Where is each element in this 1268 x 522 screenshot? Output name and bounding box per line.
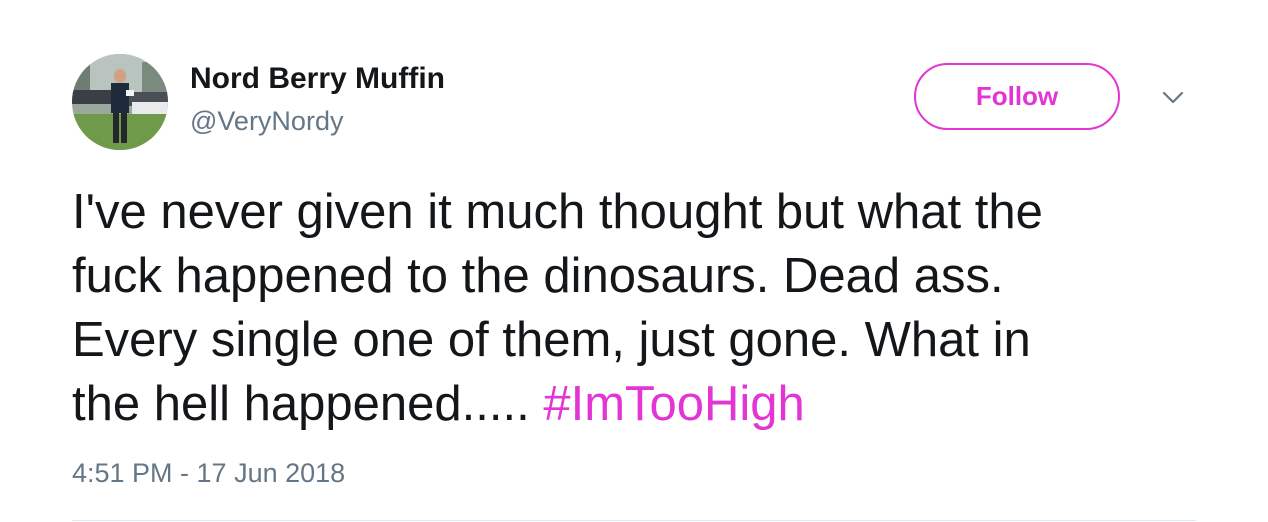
tweet-line: Every single one of them, just gone. Wha… [72,313,1031,367]
avatar-photo [72,54,168,150]
tweet-text: I've never given it much thought but wha… [72,180,1212,436]
hashtag-link[interactable]: #ImTooHigh [543,377,804,431]
tweet-line: the hell happened..... [72,377,544,431]
tweet-timestamp[interactable]: 4:51 PM - 17 Jun 2018 [72,458,345,489]
chevron-down-icon [1162,91,1184,104]
user-handle[interactable]: @VeryNordy [190,106,343,137]
more-options-button[interactable] [1160,88,1186,108]
tweet-line: fuck happened to the dinosaurs. Dead ass… [72,249,1004,303]
divider [72,520,1196,521]
tweet-line-last: the hell happened..... #ImTooHigh [72,372,1212,436]
display-name[interactable]: Nord Berry Muffin [190,62,445,96]
tweet-line: I've never given it much thought but wha… [72,185,1043,239]
follow-button[interactable]: Follow [914,63,1120,130]
avatar[interactable] [72,54,168,150]
